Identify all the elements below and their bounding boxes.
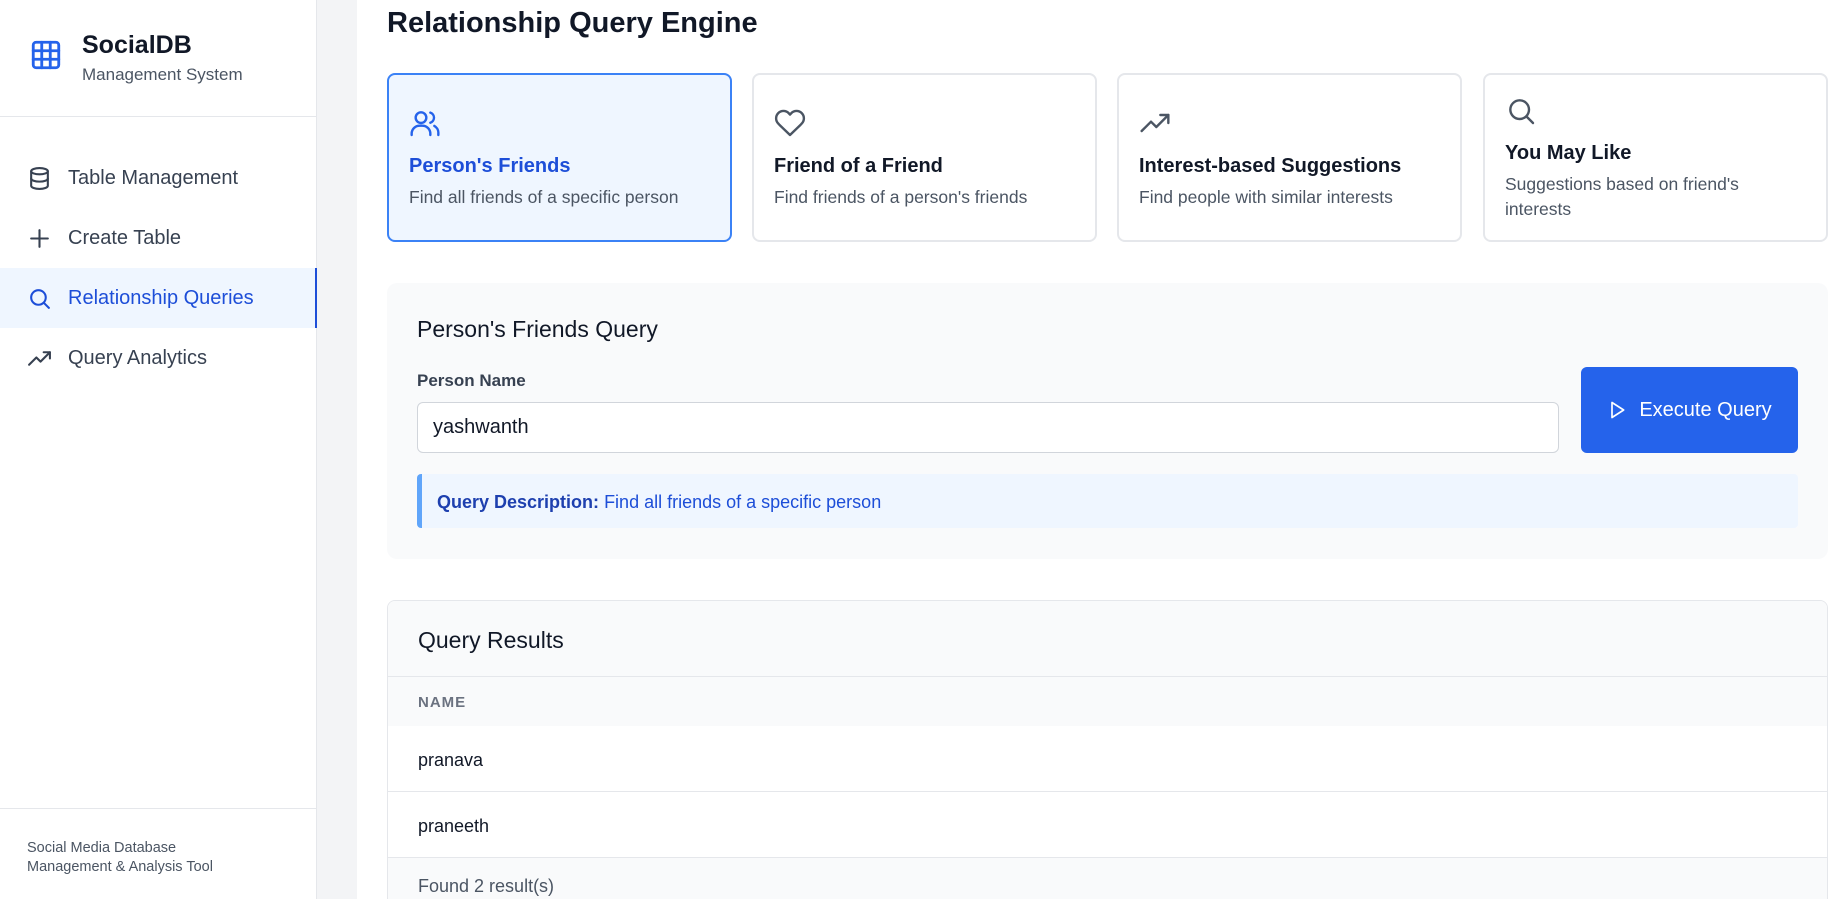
brand-subtitle: Management System (82, 65, 243, 84)
sidebar-item-label: Table Management (68, 166, 239, 189)
table-row: praneeth (388, 792, 1827, 858)
query-card-persons-friends[interactable]: Person's Friends Find all friends of a s… (387, 73, 732, 242)
query-card-description: Find friends of a person's friends (774, 187, 1028, 207)
brand-title: SocialDB (82, 31, 192, 59)
query-panel: Person's Friends Query Person Name Execu… (387, 283, 1828, 559)
footer-line-2: Management & Analysis Tool (27, 859, 213, 875)
database-icon (27, 166, 52, 191)
main-content: Relationship Query Engine Person's Frien… (357, 0, 1845, 899)
query-card-you-may-like[interactable]: You May Like Suggestions based on friend… (1483, 73, 1828, 242)
results-summary: Found 2 result(s) (388, 858, 1827, 899)
brand-header: SocialDB Management System (0, 0, 316, 117)
sidebar-item-create-table[interactable]: Create Table (0, 208, 317, 268)
sidebar-item-query-analytics[interactable]: Query Analytics (0, 328, 317, 388)
trending-up-icon (27, 346, 52, 371)
query-card-description: Suggestions based on friend's interests (1505, 174, 1739, 219)
query-card-description: Find all friends of a specific person (409, 187, 679, 207)
heart-icon (774, 109, 806, 137)
query-card-friend-of-a-friend[interactable]: Friend of a Friend Find friends of a per… (752, 73, 1097, 242)
query-results: Query Results NAME pranava praneeth Foun… (387, 600, 1828, 899)
table-row: pranava (388, 726, 1827, 792)
query-card-interest-suggestions[interactable]: Interest-based Suggestions Find people w… (1117, 73, 1462, 242)
query-description: Query Description: Find all friends of a… (417, 474, 1798, 528)
page-title: Relationship Query Engine (387, 7, 758, 39)
sidebar-nav: Table Management Create Table Relationsh… (0, 148, 317, 388)
person-name-input[interactable] (417, 402, 1559, 453)
search-icon (1509, 99, 1535, 125)
plus-icon (27, 226, 52, 251)
query-card-description: Find people with similar interests (1139, 187, 1393, 207)
sidebar-item-label: Query Analytics (68, 346, 207, 369)
query-card-title: You May Like (1505, 142, 1632, 164)
sidebar-item-label: Create Table (68, 226, 182, 249)
sidebar-item-label: Relationship Queries (68, 286, 254, 309)
sidebar-item-relationship-queries[interactable]: Relationship Queries (0, 268, 317, 328)
play-icon (1607, 400, 1627, 420)
query-description-label: Query Description: (437, 492, 600, 512)
query-panel-title: Person's Friends Query (417, 316, 658, 342)
results-column-header-name: NAME (388, 677, 1827, 726)
person-name-label: Person Name (417, 371, 526, 390)
query-card-title: Person's Friends (409, 155, 571, 177)
results-title: Query Results (388, 601, 1827, 677)
footer-line-1: Social Media Database (27, 840, 177, 856)
search-icon (27, 286, 52, 311)
query-card-title: Friend of a Friend (774, 155, 943, 177)
trending-up-icon (1140, 113, 1170, 133)
sidebar: SocialDB Management System Table Managem… (0, 0, 317, 899)
sidebar-footer: Social Media Database Management & Analy… (0, 808, 317, 899)
query-card-title: Interest-based Suggestions (1139, 155, 1402, 177)
execute-query-button[interactable]: Execute Query (1581, 367, 1798, 453)
execute-query-label: Execute Query (1639, 398, 1772, 421)
users-icon (410, 111, 440, 137)
content-gutter (317, 0, 357, 899)
table-grid-icon (31, 40, 61, 70)
query-description-text: Find all friends of a specific person (604, 492, 882, 512)
sidebar-item-table-management[interactable]: Table Management (0, 148, 317, 208)
